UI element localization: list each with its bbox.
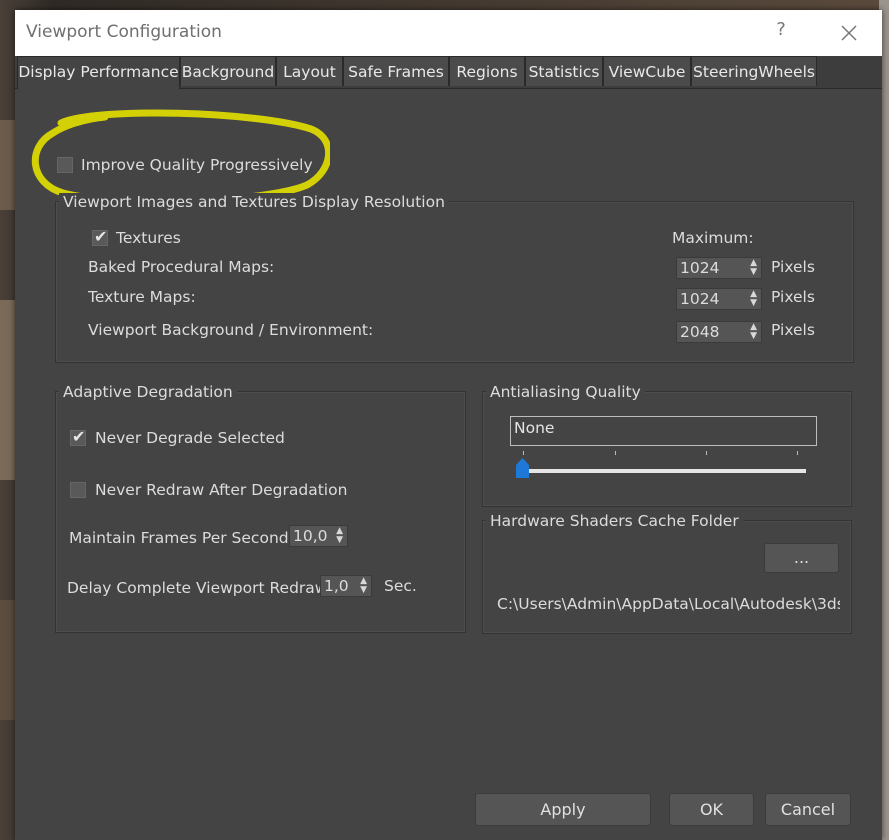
- textures-checkbox[interactable]: ✔: [92, 227, 108, 246]
- display-performance-panel: Improve Quality Progressively Viewport I…: [15, 89, 882, 840]
- check-icon: ✔: [94, 227, 108, 246]
- tab-regions[interactable]: Regions: [449, 56, 525, 86]
- slider-tick: [797, 451, 798, 455]
- never-degrade-selected-checkbox[interactable]: ✔: [70, 427, 86, 446]
- apply-button[interactable]: Apply: [475, 793, 651, 826]
- antialiasing-slider-track[interactable]: [517, 469, 806, 473]
- help-button[interactable]: ?: [771, 19, 791, 40]
- baked-procedural-maps-spinner[interactable]: 1024 ▲ ▼: [676, 257, 762, 279]
- shaders-cache-path: C:\Users\Admin\AppData\Local\Autodesk\3d…: [497, 595, 840, 613]
- spinner-arrows-icon[interactable]: ▲ ▼: [360, 577, 367, 595]
- tab-display-performance[interactable]: Display Performance: [17, 56, 180, 89]
- spinner-value: 1,0: [324, 577, 349, 595]
- close-icon[interactable]: [835, 19, 863, 47]
- maintain-fps-spinner[interactable]: 10,0 ▲ ▼: [289, 525, 348, 547]
- tab-background[interactable]: Background: [180, 56, 276, 86]
- antialiasing-title: Antialiasing Quality: [486, 383, 645, 401]
- shaders-cache-group: [482, 520, 852, 634]
- ok-button[interactable]: OK: [669, 793, 754, 826]
- shaders-cache-title: Hardware Shaders Cache Folder: [486, 512, 743, 530]
- tab-viewcube[interactable]: ViewCube: [603, 56, 691, 86]
- tab-layout[interactable]: Layout: [276, 56, 343, 86]
- seconds-unit-label: Sec.: [384, 577, 417, 595]
- spinner-value: 1024: [680, 290, 720, 308]
- tab-steeringwheels[interactable]: SteeringWheels: [691, 56, 817, 86]
- antialiasing-value-display: None: [510, 416, 817, 446]
- cancel-button[interactable]: Cancel: [765, 793, 851, 826]
- texture-maps-spinner[interactable]: 1024 ▲ ▼: [676, 288, 762, 310]
- spinner-value: 1024: [680, 259, 720, 277]
- tab-statistics[interactable]: Statistics: [525, 56, 603, 86]
- spinner-value: 2048: [680, 323, 720, 341]
- never-redraw-checkbox[interactable]: [70, 482, 86, 498]
- viewport-background-spinner[interactable]: 2048 ▲ ▼: [676, 321, 762, 343]
- viewport-configuration-dialog: Viewport Configuration ? Display Perform…: [15, 10, 882, 840]
- window-title: Viewport Configuration: [26, 22, 222, 42]
- textures-label: Textures: [116, 229, 181, 247]
- antialiasing-slider-thumb[interactable]: [515, 457, 530, 479]
- tab-bar: Display Performance Background Layout Sa…: [15, 56, 882, 89]
- antialiasing-group: [482, 391, 852, 507]
- never-redraw-label: Never Redraw After Degradation: [95, 481, 348, 499]
- spinner-value: 10,0: [293, 527, 328, 545]
- title-bar[interactable]: Viewport Configuration ?: [15, 10, 882, 56]
- delay-redraw-spinner[interactable]: 1,0 ▲ ▼: [320, 575, 372, 597]
- spinner-arrows-icon[interactable]: ▲ ▼: [750, 290, 757, 308]
- slider-tick: [706, 451, 707, 455]
- never-degrade-selected-label: Never Degrade Selected: [95, 429, 285, 447]
- check-icon: ✔: [72, 427, 86, 446]
- improve-quality-label: Improve Quality Progressively: [81, 156, 313, 174]
- pixels-unit-label: Pixels: [771, 258, 815, 276]
- improve-quality-checkbox[interactable]: [57, 157, 73, 173]
- delay-redraw-label: Delay Complete Viewport Redraw:: [67, 579, 332, 597]
- slider-tick: [615, 451, 616, 455]
- viewport-background-label: Viewport Background / Environment:: [88, 321, 374, 339]
- spinner-arrows-icon[interactable]: ▲ ▼: [336, 527, 343, 545]
- tab-safe-frames[interactable]: Safe Frames: [343, 56, 449, 86]
- texture-maps-label: Texture Maps:: [88, 288, 196, 306]
- maximum-label: Maximum:: [672, 229, 754, 247]
- spinner-arrows-icon[interactable]: ▲ ▼: [750, 259, 757, 277]
- maintain-fps-label: Maintain Frames Per Second:: [69, 529, 294, 547]
- slider-tick: [523, 451, 524, 455]
- adaptive-degradation-title: Adaptive Degradation: [59, 383, 237, 401]
- pixels-unit-label: Pixels: [771, 321, 815, 339]
- spinner-arrows-icon[interactable]: ▲ ▼: [750, 323, 757, 341]
- resolution-group-title: Viewport Images and Textures Display Res…: [59, 193, 449, 211]
- browse-folder-button[interactable]: ...: [764, 543, 839, 573]
- baked-procedural-maps-label: Baked Procedural Maps:: [88, 258, 275, 276]
- pixels-unit-label: Pixels: [771, 288, 815, 306]
